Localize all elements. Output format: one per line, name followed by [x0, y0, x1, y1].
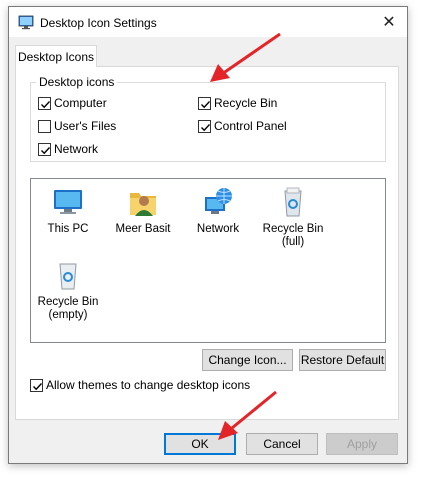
checkbox-box[interactable]: [38, 142, 51, 156]
checkbox-label: Computer: [54, 96, 107, 110]
icon-label: Recycle Bin (empty): [37, 296, 99, 321]
button-label: Restore Default: [300, 353, 385, 367]
ok-button[interactable]: OK: [164, 433, 236, 455]
checkbox-computer[interactable]: Computer: [38, 96, 107, 110]
checkbox-box[interactable]: [198, 96, 211, 110]
icon-item-recycle-bin-full[interactable]: Recycle Bin (full): [255, 185, 331, 249]
tab-label: Desktop Icons: [17, 49, 95, 64]
checkbox-label: Recycle Bin: [214, 96, 278, 110]
window-title: Desktop Icon Settings: [40, 16, 157, 30]
close-icon: ✕: [382, 14, 396, 31]
network-globe-icon: [201, 185, 235, 219]
icon-label: Meer Basit: [115, 223, 171, 235]
title-bar: Desktop Icon Settings ✕: [9, 7, 407, 37]
icon-label: Recycle Bin (full): [262, 223, 324, 248]
checkbox-network[interactable]: Network: [38, 142, 98, 156]
checkbox-box[interactable]: [38, 96, 51, 110]
monitor-icon: [51, 185, 85, 219]
checkbox-box[interactable]: [198, 119, 211, 133]
checkbox-allow-themes[interactable]: Allow themes to change desktop icons: [30, 378, 250, 392]
change-icon-button[interactable]: Change Icon...: [202, 349, 293, 371]
checkbox-label: User's Files: [54, 119, 117, 133]
icon-item-user-folder[interactable]: Meer Basit: [105, 185, 181, 236]
restore-default-button[interactable]: Restore Default: [299, 349, 386, 371]
checkbox-label: Allow themes to change desktop icons: [46, 378, 251, 392]
checkbox-box[interactable]: [38, 119, 51, 133]
button-label: Change Icon...: [208, 353, 287, 367]
button-label: OK: [191, 437, 209, 451]
checkbox-recycle-bin[interactable]: Recycle Bin: [198, 96, 277, 110]
checkbox-users-files[interactable]: User's Files: [38, 119, 116, 133]
recycle-bin-full-icon: [276, 185, 310, 219]
checkbox-label: Network: [54, 142, 99, 156]
checkbox-box[interactable]: [30, 378, 43, 392]
icon-label: Network: [196, 223, 240, 235]
desktop-settings-icon: [18, 14, 34, 30]
icon-item-network[interactable]: Network: [180, 185, 256, 236]
tab-desktop-icons[interactable]: Desktop Icons: [15, 45, 97, 67]
icon-item-recycle-bin-empty[interactable]: Recycle Bin (empty): [30, 258, 106, 322]
user-folder-icon: [126, 185, 160, 219]
icon-label: This PC: [47, 223, 89, 235]
group-legend: Desktop icons: [36, 75, 118, 89]
apply-button: Apply: [326, 433, 398, 455]
recycle-bin-empty-icon: [51, 258, 85, 292]
checkbox-control-panel[interactable]: Control Panel: [198, 119, 287, 133]
button-label: Cancel: [263, 437, 301, 451]
checkbox-label: Control Panel: [214, 119, 287, 133]
icon-item-this-pc[interactable]: This PC: [30, 185, 106, 236]
cancel-button[interactable]: Cancel: [246, 433, 318, 455]
close-button[interactable]: ✕: [371, 7, 407, 37]
button-label: Apply: [346, 437, 378, 451]
